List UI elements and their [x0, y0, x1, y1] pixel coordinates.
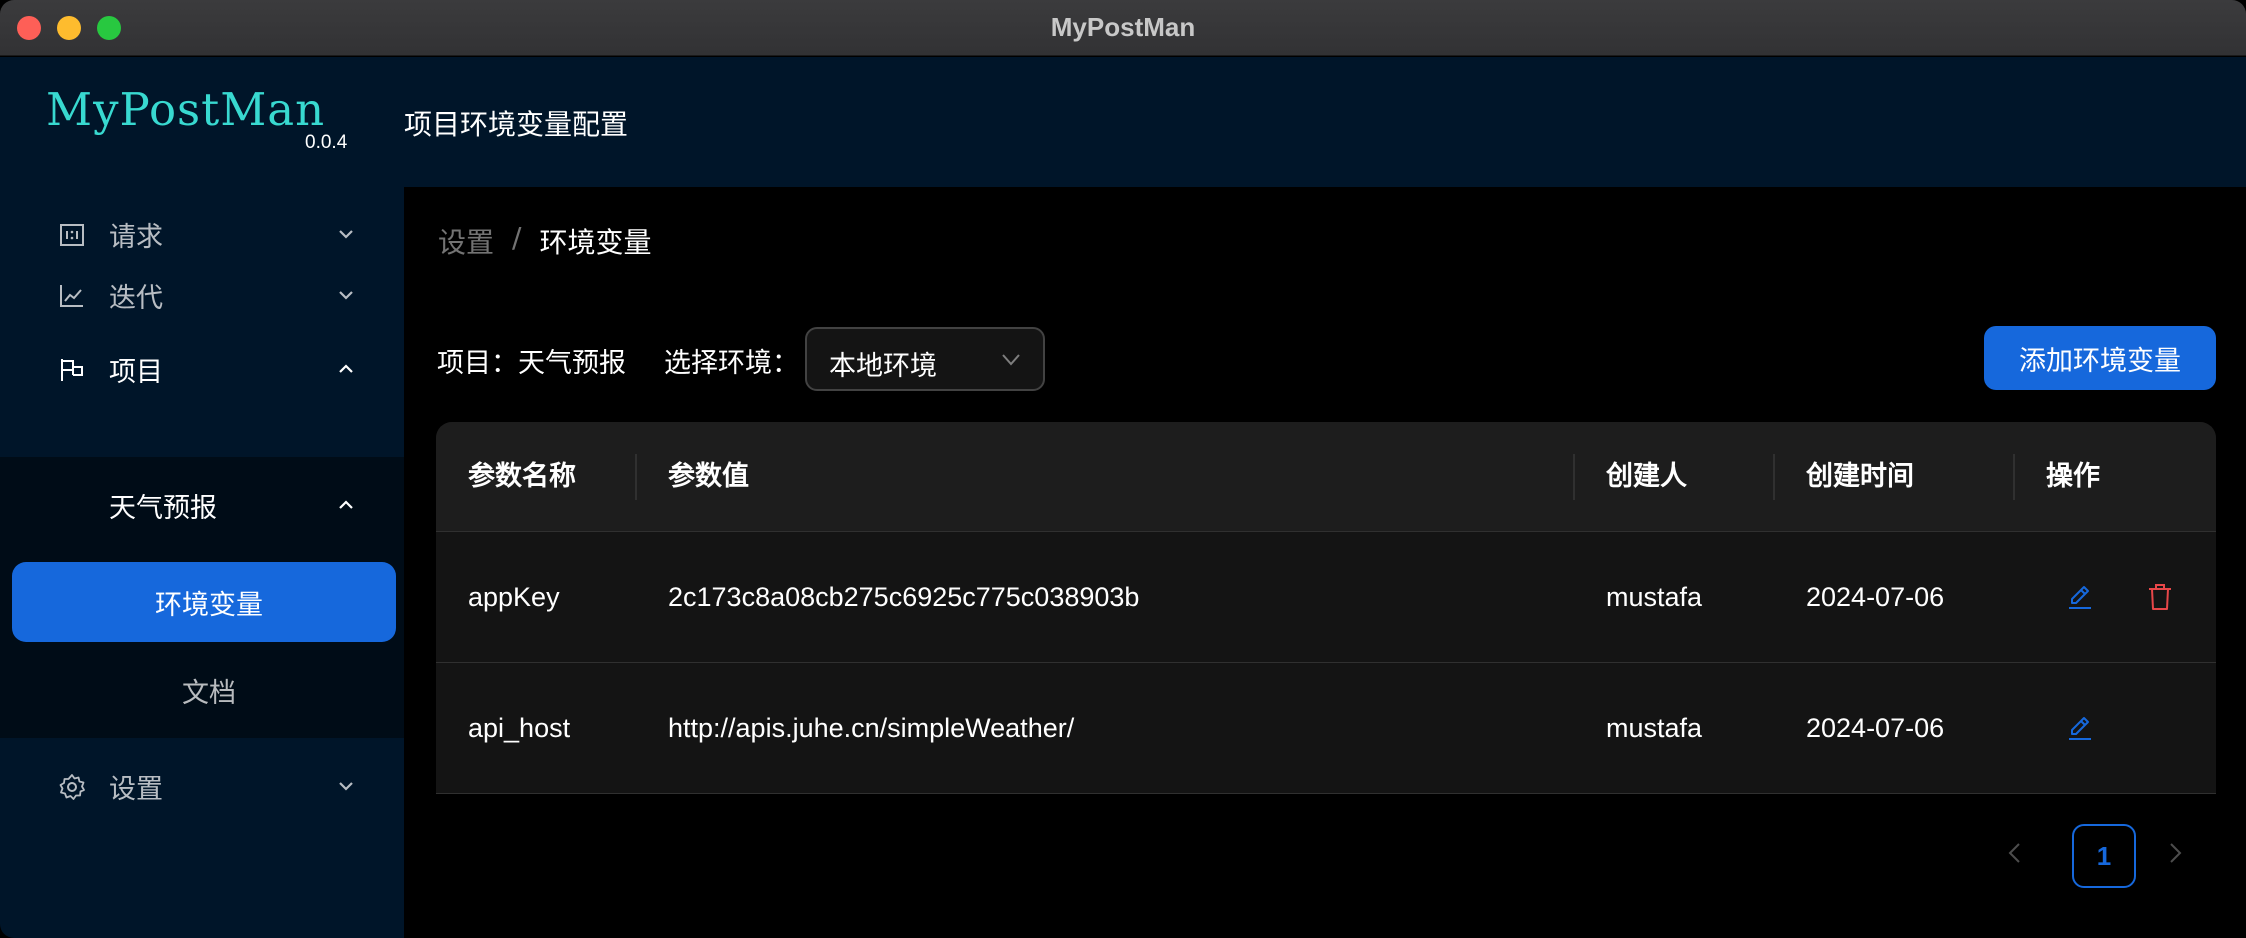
chevron-left-icon[interactable]	[2000, 838, 2030, 868]
app-version: 0.0.4	[305, 132, 348, 153]
cell-value: 2c173c8a08cb275c6925c775c038903b	[668, 582, 1140, 612]
cell-created: 2024-07-06	[1806, 582, 1945, 612]
sidebar-item-label: 文档	[182, 677, 236, 709]
submenu-group-weather[interactable]: 天气预报	[0, 465, 404, 545]
menu-item-project-label: 项目	[109, 356, 163, 388]
app-logo: MyPostMan	[46, 83, 326, 136]
env-select-value: 本地环境	[829, 351, 937, 382]
breadcrumb-separator: /	[512, 221, 522, 254]
chevron-down-icon	[339, 230, 353, 239]
menu-item-request-label: 请求	[109, 221, 163, 253]
sidebar: MyPostMan 0.0.4 请求 迭代 项目 天气预报 环境变量 文档 设置	[0, 57, 404, 938]
column-divider	[635, 454, 637, 500]
chevron-down-icon	[339, 782, 353, 791]
page-header: 项目环境变量配置	[404, 57, 2246, 187]
flag-icon	[61, 359, 83, 381]
sidebar-item-env-vars[interactable]: 环境变量	[12, 562, 396, 642]
menu-item-iteration-label: 迭代	[109, 282, 163, 314]
page-title: 项目环境变量配置	[404, 108, 629, 141]
column-header-created: 创建时间	[1806, 461, 1914, 492]
env-select-label: 选择环境：	[664, 348, 799, 379]
chart-line-icon	[60, 285, 83, 307]
menu-item-project[interactable]: 项目	[0, 329, 404, 409]
project-label: 项目：天气预报	[437, 348, 626, 379]
column-header-actions: 操作	[2046, 461, 2100, 492]
chevron-up-icon	[339, 364, 353, 373]
window-title: MyPostMan	[1050, 12, 1196, 42]
chevron-down-icon	[1002, 354, 1020, 366]
column-header-creator: 创建人	[1606, 461, 1687, 492]
request-icon	[60, 224, 84, 246]
column-divider	[1773, 454, 1775, 500]
column-header-value: 参数值	[668, 461, 749, 492]
chevron-up-icon	[339, 500, 353, 509]
table-header: 参数名称 参数值 创建人 创建时间 操作	[436, 422, 2216, 532]
column-divider	[2013, 454, 2015, 500]
chevron-right-icon[interactable]	[2160, 838, 2190, 868]
env-var-table: 参数名称 参数值 创建人 创建时间 操作 appKey 2c173c8a08cb…	[436, 422, 2216, 794]
breadcrumb-settings[interactable]: 设置	[438, 221, 494, 261]
env-select[interactable]: 本地环境	[805, 327, 1045, 391]
cell-creator: mustafa	[1606, 582, 1703, 612]
cell-name: appKey	[468, 582, 560, 612]
breadcrumb-current: 环境变量	[539, 226, 652, 259]
delete-icon[interactable]	[2144, 581, 2176, 613]
table-row: api_host http://apis.juhe.cn/simpleWeath…	[436, 663, 2216, 794]
gear-icon	[59, 774, 85, 800]
menu-item-settings[interactable]: 设置	[0, 746, 404, 826]
table-row: appKey 2c173c8a08cb275c6925c775c038903b …	[436, 532, 2216, 663]
edit-icon[interactable]	[2064, 581, 2096, 613]
title-bar: MyPostMan	[0, 0, 2246, 56]
cell-value: http://apis.juhe.cn/simpleWeather/	[668, 713, 1075, 743]
add-env-var-button[interactable]: 添加环境变量	[1984, 326, 2216, 390]
column-header-name: 参数名称	[468, 461, 576, 492]
edit-icon[interactable]	[2064, 712, 2096, 744]
cell-creator: mustafa	[1606, 713, 1703, 743]
sidebar-item-docs[interactable]: 文档	[12, 650, 396, 730]
app-window: MyPostMan MyPostMan 0.0.4 请求 迭代 项目 天气预报 …	[0, 0, 2246, 938]
menu-item-iteration[interactable]: 迭代	[0, 255, 404, 335]
chevron-down-icon	[339, 291, 353, 300]
submenu-group-label: 天气预报	[109, 492, 217, 524]
main-content: 设置 / 环境变量 项目：天气预报 选择环境： 本地环境 添加环境变量 参数名称…	[404, 187, 2246, 938]
breadcrumb: 设置 / 环境变量	[438, 221, 651, 261]
column-divider	[1573, 454, 1575, 500]
menu-item-settings-label: 设置	[109, 773, 163, 805]
sidebar-item-label: 环境变量	[155, 589, 263, 621]
cell-created: 2024-07-06	[1806, 713, 1945, 743]
cell-name: api_host	[468, 713, 571, 743]
pagination-page[interactable]: 1	[2072, 824, 2136, 888]
